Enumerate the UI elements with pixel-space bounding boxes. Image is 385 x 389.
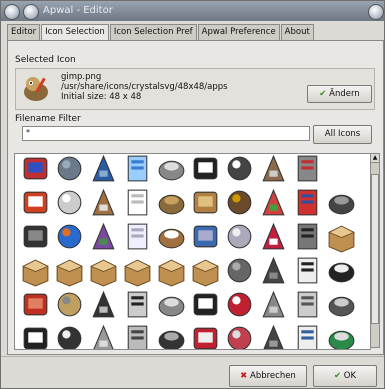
title-bar[interactable]: Apwal - Editor (1, 1, 384, 21)
notepad-dark-icon[interactable] (189, 154, 222, 185)
selected-icon-label: Selected Icon (15, 55, 76, 65)
tab-icon-selection-pref[interactable]: Icon Selection Pref (109, 24, 197, 40)
scroll-up-icon[interactable]: ▲ (371, 154, 379, 163)
window-menu-icon[interactable] (4, 4, 20, 20)
cd-scan-icon[interactable] (121, 288, 154, 321)
cancel-button[interactable]: ✖ Abbrechen (229, 365, 307, 387)
hammer-tool-icon[interactable] (87, 186, 120, 219)
package-icon[interactable] (87, 254, 120, 287)
ok-button[interactable]: ✔ OK (313, 365, 377, 387)
calculator-icon[interactable] (291, 288, 324, 321)
globe-icon[interactable] (53, 220, 86, 253)
film2-icon[interactable] (257, 322, 290, 349)
icon-filename: gimp.png (61, 72, 102, 82)
vertical-scrollbar[interactable]: ▲ (370, 153, 380, 348)
tab-icon-selection[interactable]: Icon Selection (41, 24, 109, 41)
icon-path: /usr/share/icons/crystalsvg/48x48/apps (61, 82, 228, 92)
ball-chain-icon[interactable] (291, 220, 324, 253)
tab-editor[interactable]: Editor (7, 24, 41, 40)
change-button-label: Ändern (329, 89, 360, 99)
pencil-icon[interactable] (155, 154, 188, 185)
calculator-icon[interactable] (325, 288, 358, 321)
molecule-icon[interactable] (87, 220, 120, 253)
rose-globe-icon[interactable] (223, 220, 256, 253)
keyboard-icon[interactable] (257, 288, 290, 321)
ok-button-label: OK (343, 371, 357, 381)
package-icon[interactable] (325, 220, 358, 253)
printer-icon[interactable] (325, 254, 358, 287)
package-icon[interactable] (19, 254, 52, 287)
shade-icon[interactable] (23, 4, 39, 20)
clipboard-icon[interactable] (155, 220, 188, 253)
cancel-button-label: Abbrechen (250, 371, 296, 381)
checkmark-icon: ✔ (333, 371, 342, 381)
checkmark-icon: ✔ (319, 89, 327, 99)
hat-icon[interactable] (257, 254, 290, 287)
pen-icon[interactable] (325, 322, 358, 349)
printer-icon[interactable] (291, 254, 324, 287)
cards-icon[interactable] (223, 288, 256, 321)
hearts-icon[interactable] (257, 220, 290, 253)
cd-icon[interactable] (121, 220, 154, 253)
filter-input[interactable]: * (22, 126, 310, 141)
cd-drive-icon[interactable] (223, 254, 256, 287)
cards2-icon[interactable] (189, 322, 222, 349)
window-title: Apwal - Editor (43, 5, 113, 16)
tab-apwal-preference[interactable]: Apwal Preference (197, 24, 280, 40)
gimp-icon (24, 77, 48, 101)
all-icons-button[interactable]: All Icons (313, 125, 372, 144)
palette-icon[interactable] (189, 186, 222, 219)
slides-icon[interactable] (189, 288, 222, 321)
icon-grid (14, 153, 371, 350)
window-icon[interactable] (291, 322, 324, 349)
bottom-separator (1, 356, 384, 357)
blank-icon[interactable] (325, 154, 358, 185)
gnome-foot-icon[interactable] (325, 186, 358, 219)
gear-icon[interactable] (121, 154, 154, 185)
cancel-icon: ✖ (240, 371, 248, 381)
folder-pen-icon[interactable] (53, 288, 86, 321)
icon-grid-cells (19, 154, 358, 349)
close-icon[interactable] (368, 4, 384, 20)
change-button[interactable]: ✔ Ändern (307, 85, 372, 103)
scroll-thumb[interactable] (371, 174, 379, 324)
eagle-icon[interactable] (223, 186, 256, 219)
editor-window: Apwal - Editor Editor Icon Selection Ico… (0, 0, 385, 389)
tab-bar: Editor Icon Selection Icon Selection Pre… (7, 24, 315, 41)
monitor-blue-icon[interactable] (87, 154, 120, 185)
notepad-icon[interactable] (223, 154, 256, 185)
package-icon[interactable] (53, 254, 86, 287)
calculator-dark-icon[interactable] (19, 322, 52, 349)
calculator3-icon[interactable] (121, 322, 154, 349)
cards3-icon[interactable] (223, 322, 256, 349)
package-icon[interactable] (189, 254, 222, 287)
colorwheel-icon[interactable] (257, 186, 290, 219)
monitor-icon[interactable] (53, 154, 86, 185)
icon-size: Initial size: 48 x 48 (61, 92, 142, 102)
letter-a-icon[interactable] (19, 186, 52, 219)
film-icon[interactable] (155, 322, 188, 349)
tools-icon[interactable] (257, 154, 290, 185)
phone-icon[interactable] (155, 288, 188, 321)
document-icon[interactable] (53, 186, 86, 219)
filename-filter-label: Filename Filter (15, 114, 81, 124)
tab-about[interactable]: About (280, 24, 314, 40)
calculator-window-icon[interactable] (53, 322, 86, 349)
document2-icon[interactable] (121, 186, 154, 219)
crystal-red-icon[interactable] (19, 154, 52, 185)
toolbox-icon[interactable] (19, 288, 52, 321)
gimp-icon[interactable] (155, 186, 188, 219)
keyboard2-icon[interactable] (87, 322, 120, 349)
camera-tool-icon[interactable] (19, 220, 52, 253)
speaker-icon[interactable] (87, 288, 120, 321)
windows-icon[interactable] (189, 220, 222, 253)
disk-flag-icon[interactable] (291, 186, 324, 219)
package-icon[interactable] (155, 254, 188, 287)
package-icon[interactable] (121, 254, 154, 287)
wrench-red-icon[interactable] (291, 154, 324, 185)
